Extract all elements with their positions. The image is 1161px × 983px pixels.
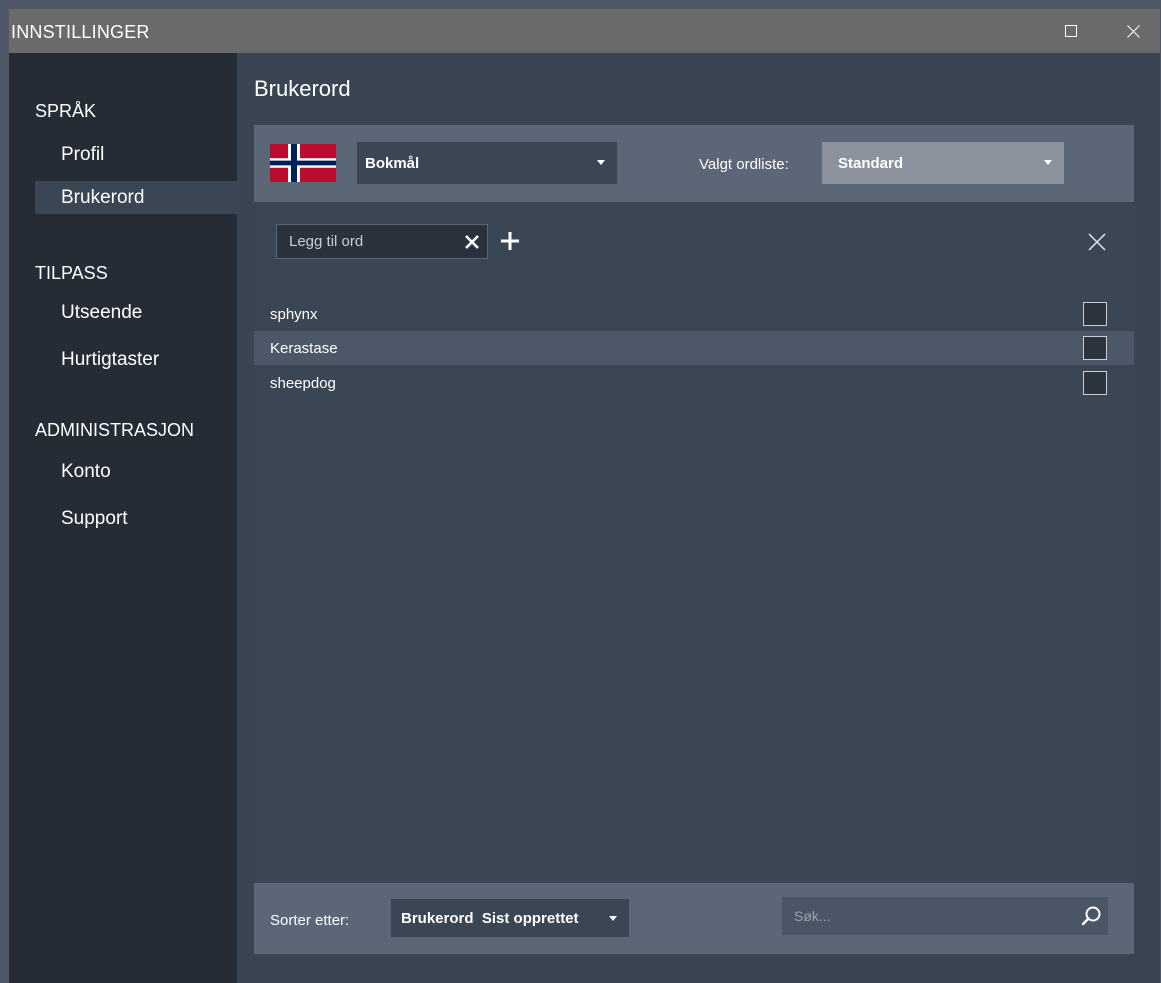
user-words-panel: Bokmål Valgt ordliste: Standard sphynx K… xyxy=(254,125,1134,954)
search-field xyxy=(782,897,1108,935)
search-input[interactable] xyxy=(782,897,1072,935)
sidebar-item-profil[interactable]: Profil xyxy=(35,138,237,171)
close-icon[interactable] xyxy=(1086,231,1108,253)
wordlist-select[interactable]: Standard xyxy=(822,142,1064,184)
clear-icon[interactable] xyxy=(463,233,481,251)
chevron-down-icon xyxy=(1044,160,1052,165)
word-text: sphynx xyxy=(270,306,318,323)
page-title: Brukerord xyxy=(254,76,351,101)
sidebar-item-hurtigtaster[interactable]: Hurtigtaster xyxy=(35,343,237,376)
sidebar: SPRÅK Profil Brukerord TILPASS Utseende … xyxy=(9,53,237,983)
sort-select-value: Brukerord Sist opprettet xyxy=(401,909,579,927)
chevron-down-icon xyxy=(609,916,617,921)
sidebar-item-konto[interactable]: Konto xyxy=(35,455,237,488)
word-checkbox[interactable] xyxy=(1083,336,1107,360)
wordlist-select-value: Standard xyxy=(838,154,904,172)
search-icon[interactable] xyxy=(1080,905,1102,927)
word-row[interactable]: sheepdog xyxy=(254,366,1134,400)
language-select[interactable]: Bokmål xyxy=(357,142,617,184)
add-word-field xyxy=(276,224,488,259)
norway-flag-icon xyxy=(270,144,336,182)
language-select-value: Bokmål xyxy=(365,154,420,172)
maximize-icon xyxy=(1065,25,1077,37)
word-text: sheepdog xyxy=(270,375,336,392)
sort-label: Sorter etter: xyxy=(270,912,350,929)
panel-header: Bokmål Valgt ordliste: Standard xyxy=(254,125,1134,202)
sort-select[interactable]: Brukerord Sist opprettet xyxy=(391,899,629,937)
sidebar-section-tilpass: TILPASS xyxy=(35,263,108,283)
chevron-down-icon xyxy=(597,160,605,165)
word-checkbox[interactable] xyxy=(1083,371,1107,395)
close-window-button[interactable] xyxy=(1116,15,1150,47)
word-row[interactable]: sphynx xyxy=(254,297,1134,331)
wordlist-label: Valgt ordliste: xyxy=(699,156,789,173)
sidebar-item-brukerord[interactable]: Brukerord xyxy=(35,181,237,214)
add-word-input[interactable] xyxy=(277,225,457,258)
window-title: INNSTILLINGER xyxy=(11,22,150,42)
sidebar-section-sprak: SPRÅK xyxy=(35,101,97,121)
word-row[interactable]: Kerastase xyxy=(254,331,1134,365)
word-checkbox[interactable] xyxy=(1083,302,1107,326)
sidebar-item-utseende[interactable]: Utseende xyxy=(35,296,237,329)
sidebar-item-support[interactable]: Support xyxy=(35,502,237,535)
panel-footer: Sorter etter: Brukerord Sist opprettet xyxy=(254,883,1134,954)
maximize-button[interactable] xyxy=(1054,15,1088,47)
word-text: Kerastase xyxy=(270,340,338,357)
close-icon xyxy=(1126,24,1140,38)
sidebar-section-administrasjon: ADMINISTRASJON xyxy=(35,420,195,440)
add-icon[interactable] xyxy=(498,229,522,253)
title-bar[interactable]: INNSTILLINGER xyxy=(9,9,1160,53)
